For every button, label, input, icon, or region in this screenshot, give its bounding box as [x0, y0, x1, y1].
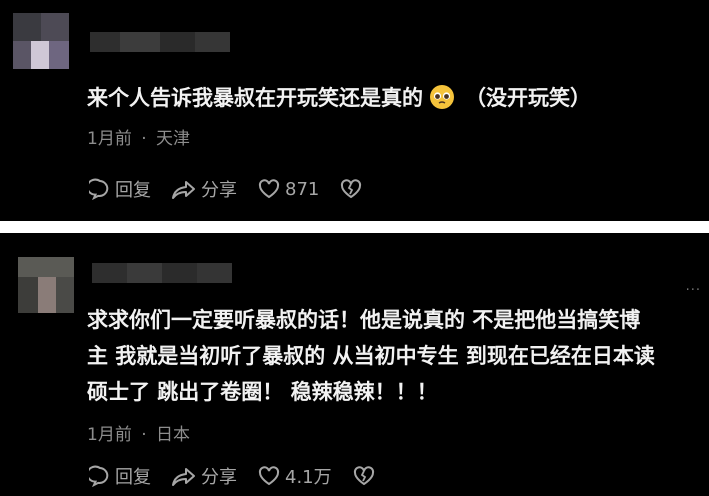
comment-location: 日本: [156, 425, 191, 445]
broken-heart-icon: [341, 179, 362, 199]
reply-button[interactable]: 回复: [89, 463, 151, 489]
more-dots-icon[interactable]: ···: [686, 283, 701, 298]
share-button[interactable]: 分享: [171, 463, 237, 489]
like-count: 871: [285, 178, 320, 200]
reply-label: 回复: [115, 180, 151, 201]
comment-actions: 回复 分享 871: [89, 177, 387, 201]
comment-actions: 回复 分享 4.1万: [89, 464, 400, 488]
like-button[interactable]: 871: [257, 178, 319, 200]
heart-icon: [258, 466, 280, 486]
comment-text-line: 主 我就是当初听了暴叔的 从当初中专生 到现在已经在日本读: [87, 344, 655, 368]
share-label: 分享: [201, 467, 237, 488]
dislike-button[interactable]: [352, 465, 380, 487]
meta-separator: ·: [141, 425, 147, 445]
comment-text: 来个人告诉我暴叔在开玩笑还是真的 （没开玩笑）: [87, 81, 591, 116]
dislike-button[interactable]: [339, 178, 367, 200]
avatar[interactable]: [13, 13, 69, 69]
like-count: 4.1万: [285, 467, 332, 488]
share-button[interactable]: 分享: [171, 176, 237, 202]
reply-bubble-icon: [89, 178, 109, 200]
comment-meta: 1月前 · 日本: [87, 420, 190, 445]
reply-bubble-icon: [89, 465, 109, 487]
comment-location: 天津: [156, 129, 191, 149]
share-arrow-icon: [172, 468, 195, 486]
comment-text-line: 硕士了 跳出了卷圈！ 稳辣稳辣！！！: [87, 380, 438, 404]
share-label: 分享: [201, 180, 237, 201]
comment-meta: 1月前 · 天津: [87, 124, 190, 149]
comment-text-aside: （没开玩笑）: [465, 86, 591, 110]
reply-label: 回复: [115, 467, 151, 488]
username-blurred[interactable]: [90, 32, 230, 52]
comment-card: 来个人告诉我暴叔在开玩笑还是真的 （没开玩笑） 1月前 · 天津 回复 分享 8…: [0, 0, 709, 221]
reply-button[interactable]: 回复: [89, 176, 151, 202]
share-arrow-icon: [172, 181, 195, 199]
pleading-face-emoji: [430, 85, 454, 109]
meta-separator: ·: [141, 129, 147, 149]
comment-text-main: 来个人告诉我暴叔在开玩笑还是真的: [87, 86, 423, 110]
heart-icon: [258, 179, 280, 199]
avatar[interactable]: [18, 257, 74, 313]
comment-time: 1月前: [87, 425, 132, 445]
like-button[interactable]: 4.1万: [257, 463, 332, 489]
broken-heart-icon: [353, 466, 374, 486]
username-blurred[interactable]: [92, 263, 232, 283]
comment-card: ··· 求求你们一定要听暴叔的话！他是说真的 不是把他当搞笑博 主 我就是当初听…: [0, 233, 709, 496]
comment-text-line: 求求你们一定要听暴叔的话！他是说真的 不是把他当搞笑博: [87, 308, 641, 332]
comment-time: 1月前: [87, 129, 132, 149]
